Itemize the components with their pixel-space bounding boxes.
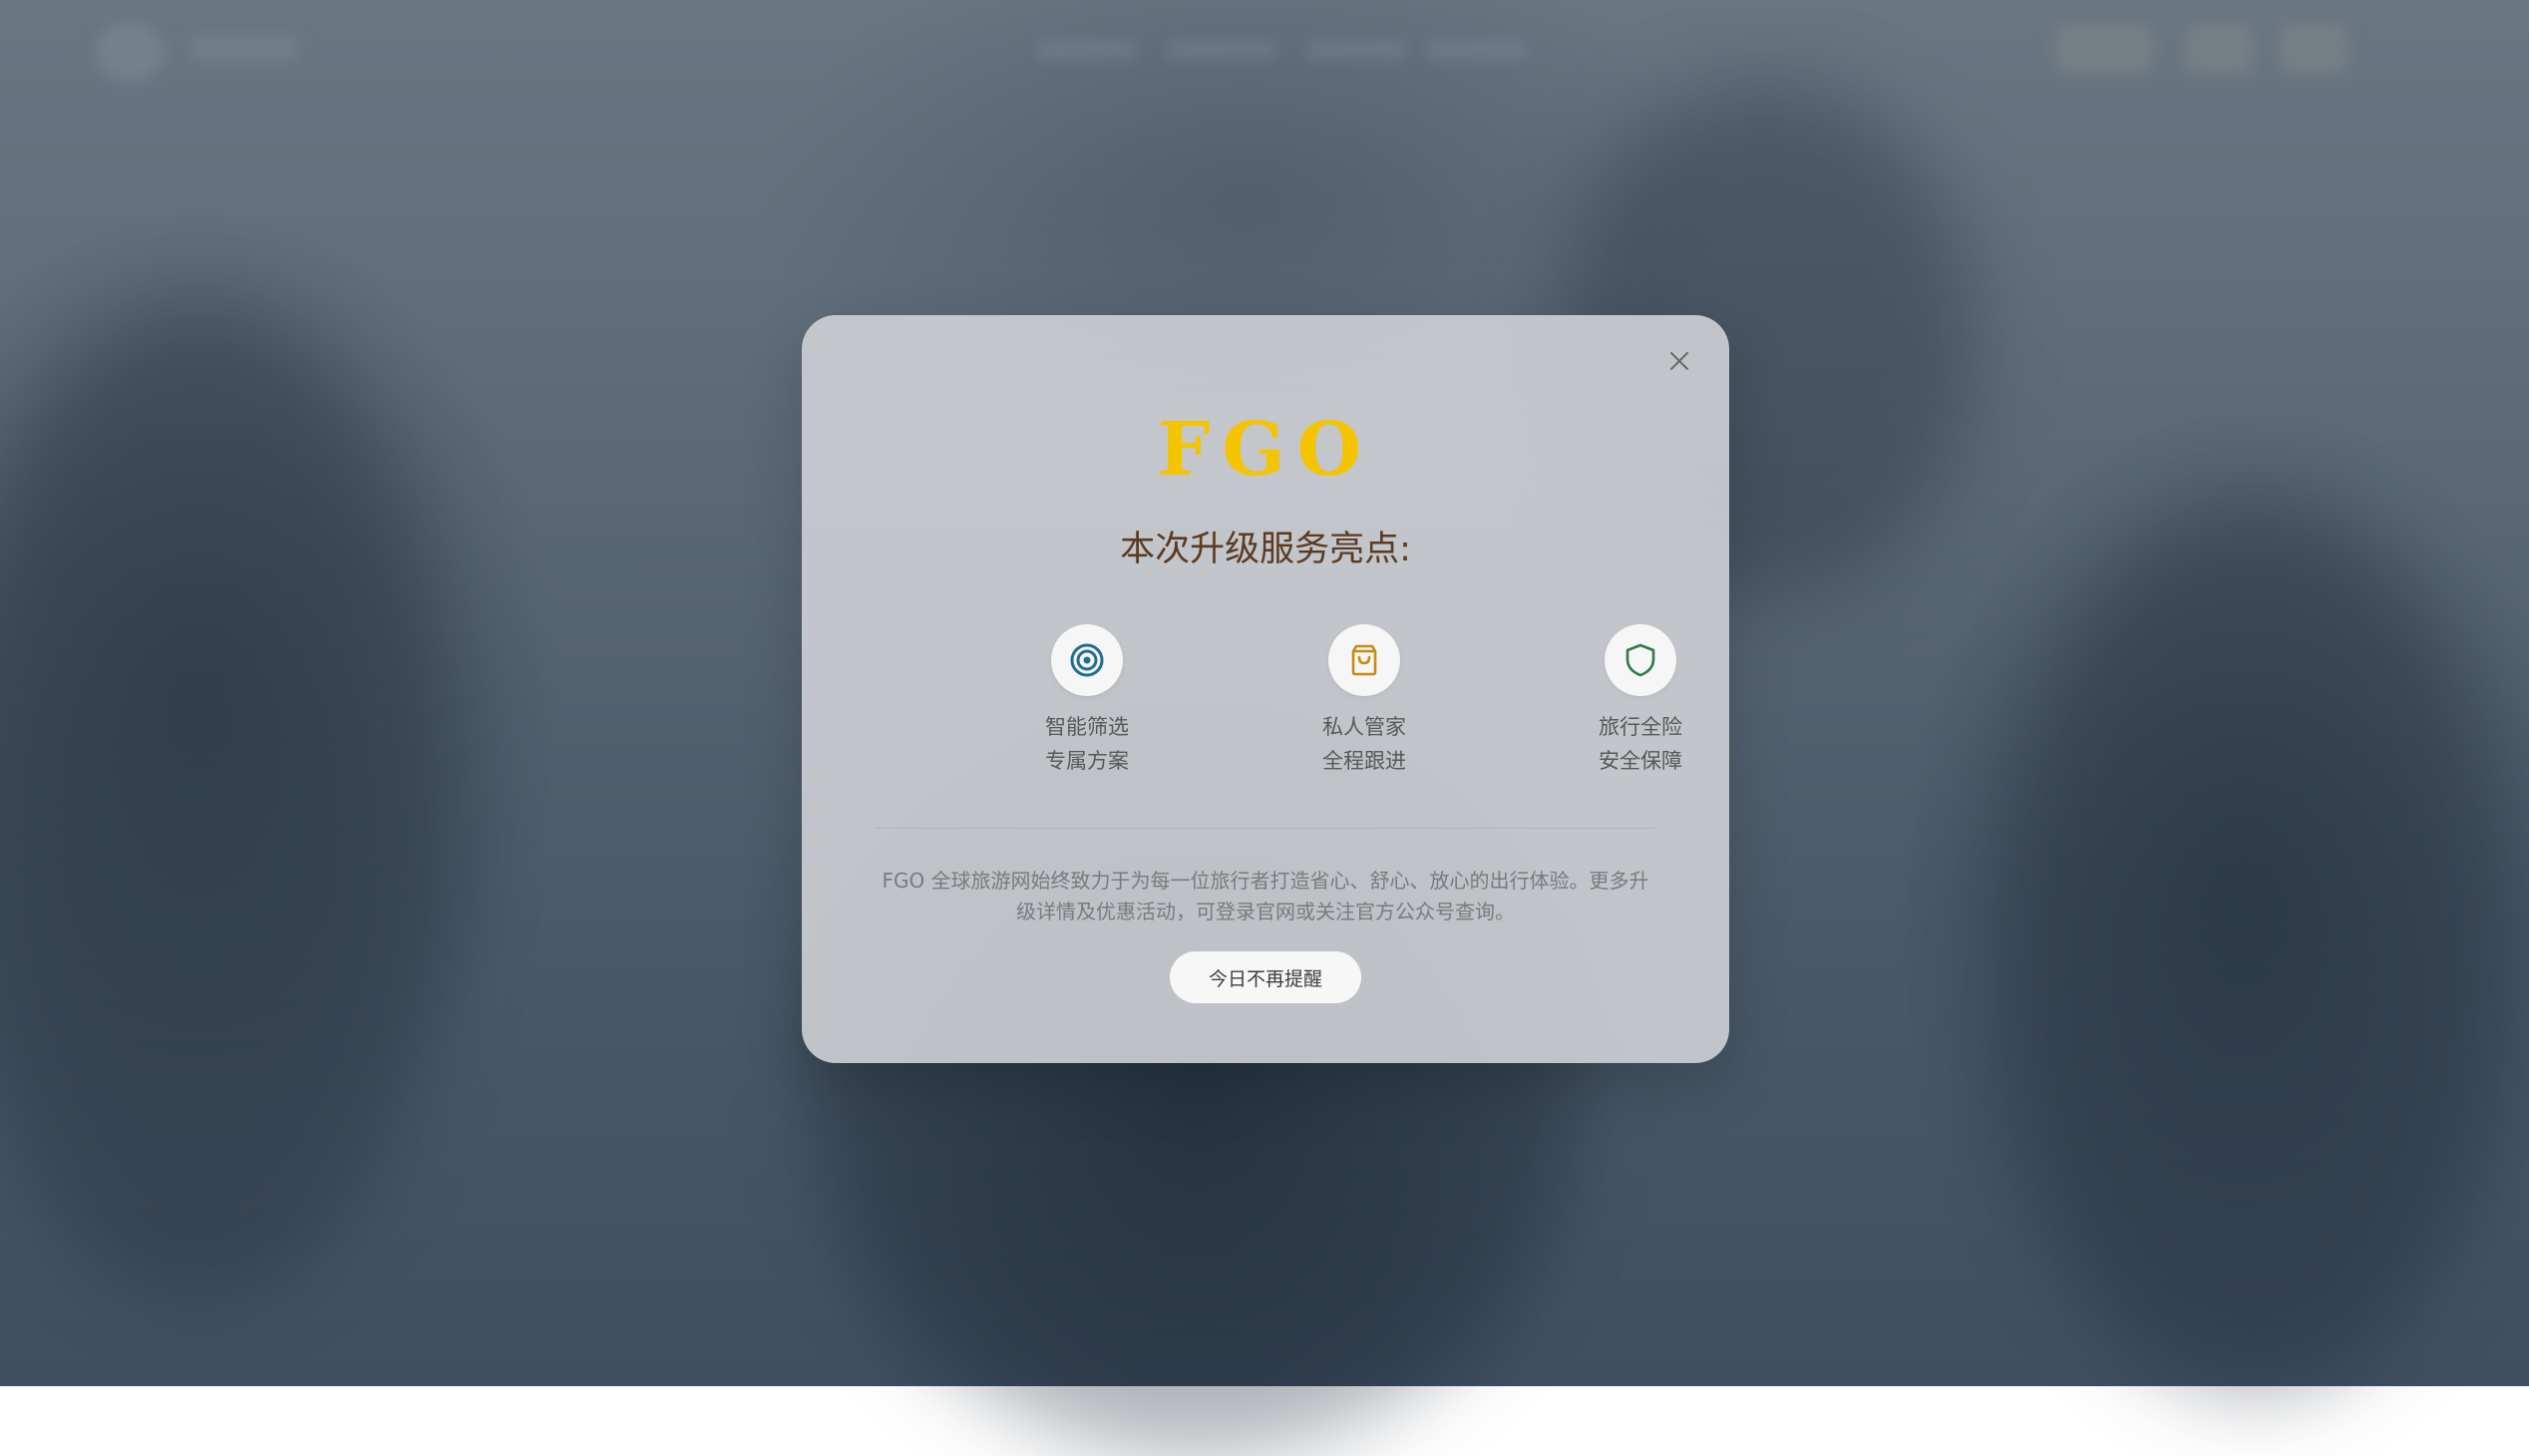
feature-title: 私人管家 — [1322, 715, 1406, 739]
modal-headline: 本次升级服务亮点: — [1120, 530, 1411, 569]
feature-smart-filter: 智能筛选 专属方案 — [987, 624, 1187, 778]
feature-icon-circle — [1328, 624, 1400, 696]
brand-logo: FGO — [1157, 407, 1374, 493]
feature-private-butler: 私人管家 全程跟进 — [1264, 624, 1464, 778]
target-icon — [1070, 643, 1104, 677]
feature-title: 智能筛选 — [1045, 715, 1129, 739]
feature-icon-circle — [1051, 624, 1123, 696]
feature-icon-circle — [1605, 624, 1676, 696]
close-button[interactable] — [1659, 341, 1699, 381]
blurred-nav-link — [1426, 40, 1526, 60]
blurred-nav-link — [1306, 40, 1406, 60]
blurred-navbar — [0, 0, 2529, 110]
background-tree-shape — [1994, 499, 2513, 1396]
feature-title: 旅行全险 — [1599, 715, 1682, 739]
dismiss-today-button[interactable]: 今日不再提醒 — [1170, 951, 1361, 1003]
blurred-logo — [95, 22, 165, 82]
blurred-nav-button — [2184, 24, 2254, 74]
feature-travel-insurance: 旅行全险 安全保障 — [1541, 624, 1740, 778]
blurred-nav-button — [2054, 24, 2154, 74]
upgrade-modal: FGO 本次升级服务亮点: 智能筛选 专属方案 私人管家 全程跟进 旅行全险 安… — [802, 315, 1729, 1063]
blurred-brand-text — [189, 35, 299, 61]
shopping-bag-icon — [1351, 644, 1377, 676]
blurred-nav-link — [1037, 40, 1137, 60]
feature-subtitle: 专属方案 — [1045, 749, 1129, 773]
close-icon — [1670, 352, 1688, 370]
divider — [876, 828, 1655, 829]
blurred-nav-link — [1167, 40, 1276, 60]
shield-icon — [1626, 643, 1655, 677]
background-tree-shape — [0, 299, 459, 1296]
blurred-nav-button — [2279, 24, 2348, 74]
feature-subtitle: 安全保障 — [1599, 749, 1682, 773]
feature-subtitle: 全程跟进 — [1322, 749, 1406, 773]
modal-description: FGO 全球旅游网始终致力于为每一位旅行者打造省心、舒心、放心的出行体验。更多升… — [882, 869, 1649, 923]
